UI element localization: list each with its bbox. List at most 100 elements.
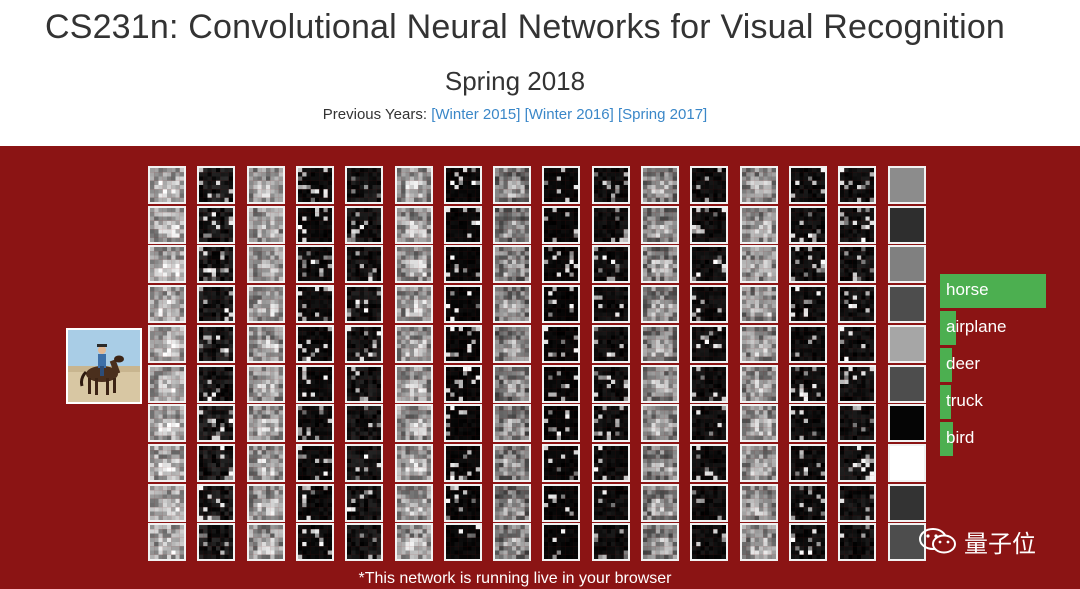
watermark: 量子位 — [918, 524, 1036, 558]
activation-map — [197, 444, 235, 482]
activation-map — [197, 484, 235, 522]
activation-map — [641, 365, 679, 403]
activation-map — [641, 523, 679, 561]
activation-map — [542, 404, 580, 442]
activation-map — [296, 325, 334, 363]
activation-map — [592, 523, 630, 561]
activation-map — [148, 245, 186, 283]
activation-map — [148, 444, 186, 482]
activation-map — [296, 206, 334, 244]
activation-map — [690, 285, 728, 323]
activation-map — [592, 166, 630, 204]
footnote: *This network is running live in your br… — [358, 570, 672, 587]
activation-map — [247, 285, 285, 323]
course-title: CS231n: Convolutional Neural Networks fo… — [44, 8, 1006, 46]
activation-map — [641, 285, 679, 323]
activation-map — [247, 365, 285, 403]
activation-map — [148, 285, 186, 323]
watermark-text: 量子位 — [964, 529, 1036, 558]
activation-map — [197, 166, 235, 204]
activation-map — [345, 523, 383, 561]
activation-map — [641, 484, 679, 522]
activation-map — [296, 444, 334, 482]
activation-map — [690, 404, 728, 442]
activation-map — [148, 325, 186, 363]
activation-map — [740, 365, 778, 403]
activation-map — [592, 404, 630, 442]
activation-map — [592, 285, 630, 323]
activation-map — [345, 166, 383, 204]
activation-map — [444, 484, 482, 522]
convnet-demo-banner: horse airplane deer truck bird 量子位 *This… — [0, 146, 1080, 589]
activation-map — [395, 206, 433, 244]
activation-map — [148, 523, 186, 561]
activation-map — [592, 206, 630, 244]
activation-map — [838, 325, 876, 363]
activation-map — [296, 285, 334, 323]
activation-map — [789, 523, 827, 561]
activation-map — [444, 285, 482, 323]
activation-map — [641, 245, 679, 283]
activation-map — [690, 166, 728, 204]
activation-map — [789, 325, 827, 363]
activation-map — [444, 404, 482, 442]
activation-map — [740, 245, 778, 283]
activation-map — [690, 444, 728, 482]
activation-map — [888, 285, 926, 323]
score-label: airplane — [946, 317, 1007, 336]
activation-map — [740, 325, 778, 363]
activation-map — [888, 404, 926, 442]
activation-map — [345, 484, 383, 522]
activation-map — [345, 444, 383, 482]
activation-map — [789, 444, 827, 482]
activation-map — [197, 206, 235, 244]
activation-map — [247, 523, 285, 561]
activation-map — [690, 245, 728, 283]
activation-map — [444, 444, 482, 482]
activation-map — [493, 484, 531, 522]
score-row-deer: deer — [940, 348, 1070, 382]
activation-map — [395, 484, 433, 522]
activation-map — [740, 523, 778, 561]
activation-map — [493, 245, 531, 283]
activation-map — [444, 206, 482, 244]
activation-map — [247, 484, 285, 522]
activation-map — [838, 245, 876, 283]
activation-map — [592, 325, 630, 363]
activation-map — [641, 206, 679, 244]
wechat-icon — [919, 528, 956, 554]
activation-map — [888, 206, 926, 244]
horse-rider-image — [68, 330, 140, 402]
activation-map — [888, 444, 926, 482]
activation-map — [789, 245, 827, 283]
activation-map — [690, 484, 728, 522]
activation-map — [247, 245, 285, 283]
activation-map — [493, 285, 531, 323]
activation-map — [296, 365, 334, 403]
activation-map — [395, 365, 433, 403]
activation-map — [197, 245, 235, 283]
activation-map — [838, 523, 876, 561]
activation-map — [690, 325, 728, 363]
activation-map — [641, 404, 679, 442]
activation-map — [838, 365, 876, 403]
activation-map — [148, 365, 186, 403]
activation-map — [197, 404, 235, 442]
link-spring-2017[interactable]: [Spring 2017] — [618, 106, 707, 123]
activation-map — [345, 404, 383, 442]
activation-map — [641, 166, 679, 204]
activation-map — [197, 285, 235, 323]
link-winter-2016[interactable]: [Winter 2016] — [525, 106, 614, 123]
term-heading: Spring 2018 — [444, 66, 586, 96]
activation-map — [197, 325, 235, 363]
previous-years-label: Previous Years: — [322, 106, 428, 123]
activation-map — [148, 206, 186, 244]
activation-map — [542, 325, 580, 363]
link-winter-2015[interactable]: [Winter 2015] — [431, 106, 520, 123]
activation-map — [493, 404, 531, 442]
activation-map — [444, 365, 482, 403]
activation-map — [789, 285, 827, 323]
activation-map — [740, 166, 778, 204]
previous-years: Previous Years: [Winter 2015] [Winter 20… — [0, 106, 1030, 123]
activation-map — [838, 166, 876, 204]
